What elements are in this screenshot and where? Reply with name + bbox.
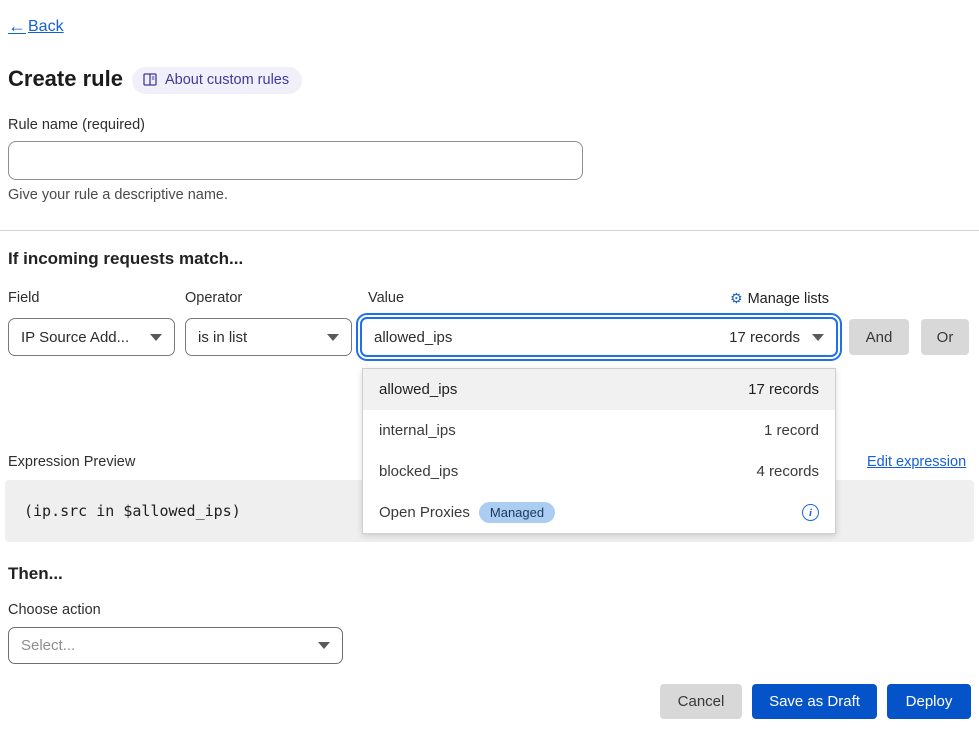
rule-name-helper: Give your rule a descriptive name. — [8, 187, 228, 203]
field-label: Field — [8, 290, 39, 306]
field-select-value: IP Source Add... — [21, 329, 129, 346]
list-option-name: allowed_ips — [379, 381, 457, 398]
value-combobox-value: allowed_ips — [374, 329, 452, 346]
choose-action-label: Choose action — [8, 602, 101, 618]
page-title: Create rule — [8, 66, 123, 92]
then-section-title: Then... — [8, 564, 63, 584]
managed-badge: Managed — [479, 502, 555, 523]
or-button[interactable]: Or — [921, 319, 969, 355]
back-arrow-icon: ← — [8, 16, 26, 37]
list-dropdown-menu: allowed_ips 17 records internal_ips 1 recor… — [362, 368, 836, 534]
about-badge-label: About custom rules — [165, 72, 289, 88]
list-option[interactable]: internal_ips 1 record — [363, 410, 835, 451]
value-combobox-records: 17 records — [729, 329, 800, 346]
list-option-records: 17 records — [748, 381, 819, 398]
deploy-button[interactable]: Deploy — [887, 684, 971, 719]
list-option[interactable]: Open Proxies Managed i — [363, 492, 835, 533]
chevron-down-icon — [812, 334, 824, 341]
value-combobox[interactable]: allowed_ips 17 records — [360, 317, 838, 357]
action-select[interactable]: Select... — [8, 627, 343, 664]
expression-preview-label: Expression Preview — [8, 454, 135, 470]
operator-label: Operator — [185, 290, 242, 306]
action-select-placeholder: Select... — [21, 637, 75, 654]
list-option[interactable]: allowed_ips 17 records — [363, 369, 835, 410]
chevron-down-icon — [327, 334, 339, 341]
operator-select-value: is in list — [198, 329, 247, 346]
chevron-down-icon — [318, 642, 330, 649]
expression-code: (ip.src in $allowed_ips) — [24, 502, 241, 520]
list-option[interactable]: blocked_ips 4 records — [363, 451, 835, 492]
book-icon — [143, 73, 158, 87]
info-icon[interactable]: i — [802, 504, 819, 521]
rule-name-label: Rule name (required) — [8, 117, 145, 133]
list-option-name: blocked_ips — [379, 463, 458, 480]
field-select[interactable]: IP Source Add... — [8, 318, 175, 356]
list-option-name: Open Proxies — [379, 504, 470, 521]
rule-name-input[interactable] — [8, 141, 583, 180]
operator-select[interactable]: is in list — [185, 318, 352, 356]
gear-icon: ⚙ — [730, 290, 743, 307]
match-section-title: If incoming requests match... — [8, 249, 243, 269]
list-option-records: 4 records — [756, 463, 819, 480]
and-button[interactable]: And — [849, 319, 909, 355]
chevron-down-icon — [150, 334, 162, 341]
value-label: Value — [368, 290, 404, 306]
cancel-button[interactable]: Cancel — [660, 684, 742, 719]
manage-lists-link[interactable]: ⚙ Manage lists — [730, 290, 829, 307]
list-option-records: 1 record — [764, 422, 819, 439]
section-divider — [0, 230, 979, 231]
about-custom-rules-link[interactable]: About custom rules — [132, 67, 302, 94]
list-option-name: internal_ips — [379, 422, 456, 439]
manage-lists-label: Manage lists — [748, 291, 829, 307]
edit-expression-link[interactable]: Edit expression — [867, 454, 966, 470]
back-link[interactable]: ← Back — [8, 16, 64, 37]
back-label: Back — [28, 18, 64, 36]
save-as-draft-button[interactable]: Save as Draft — [752, 684, 877, 719]
